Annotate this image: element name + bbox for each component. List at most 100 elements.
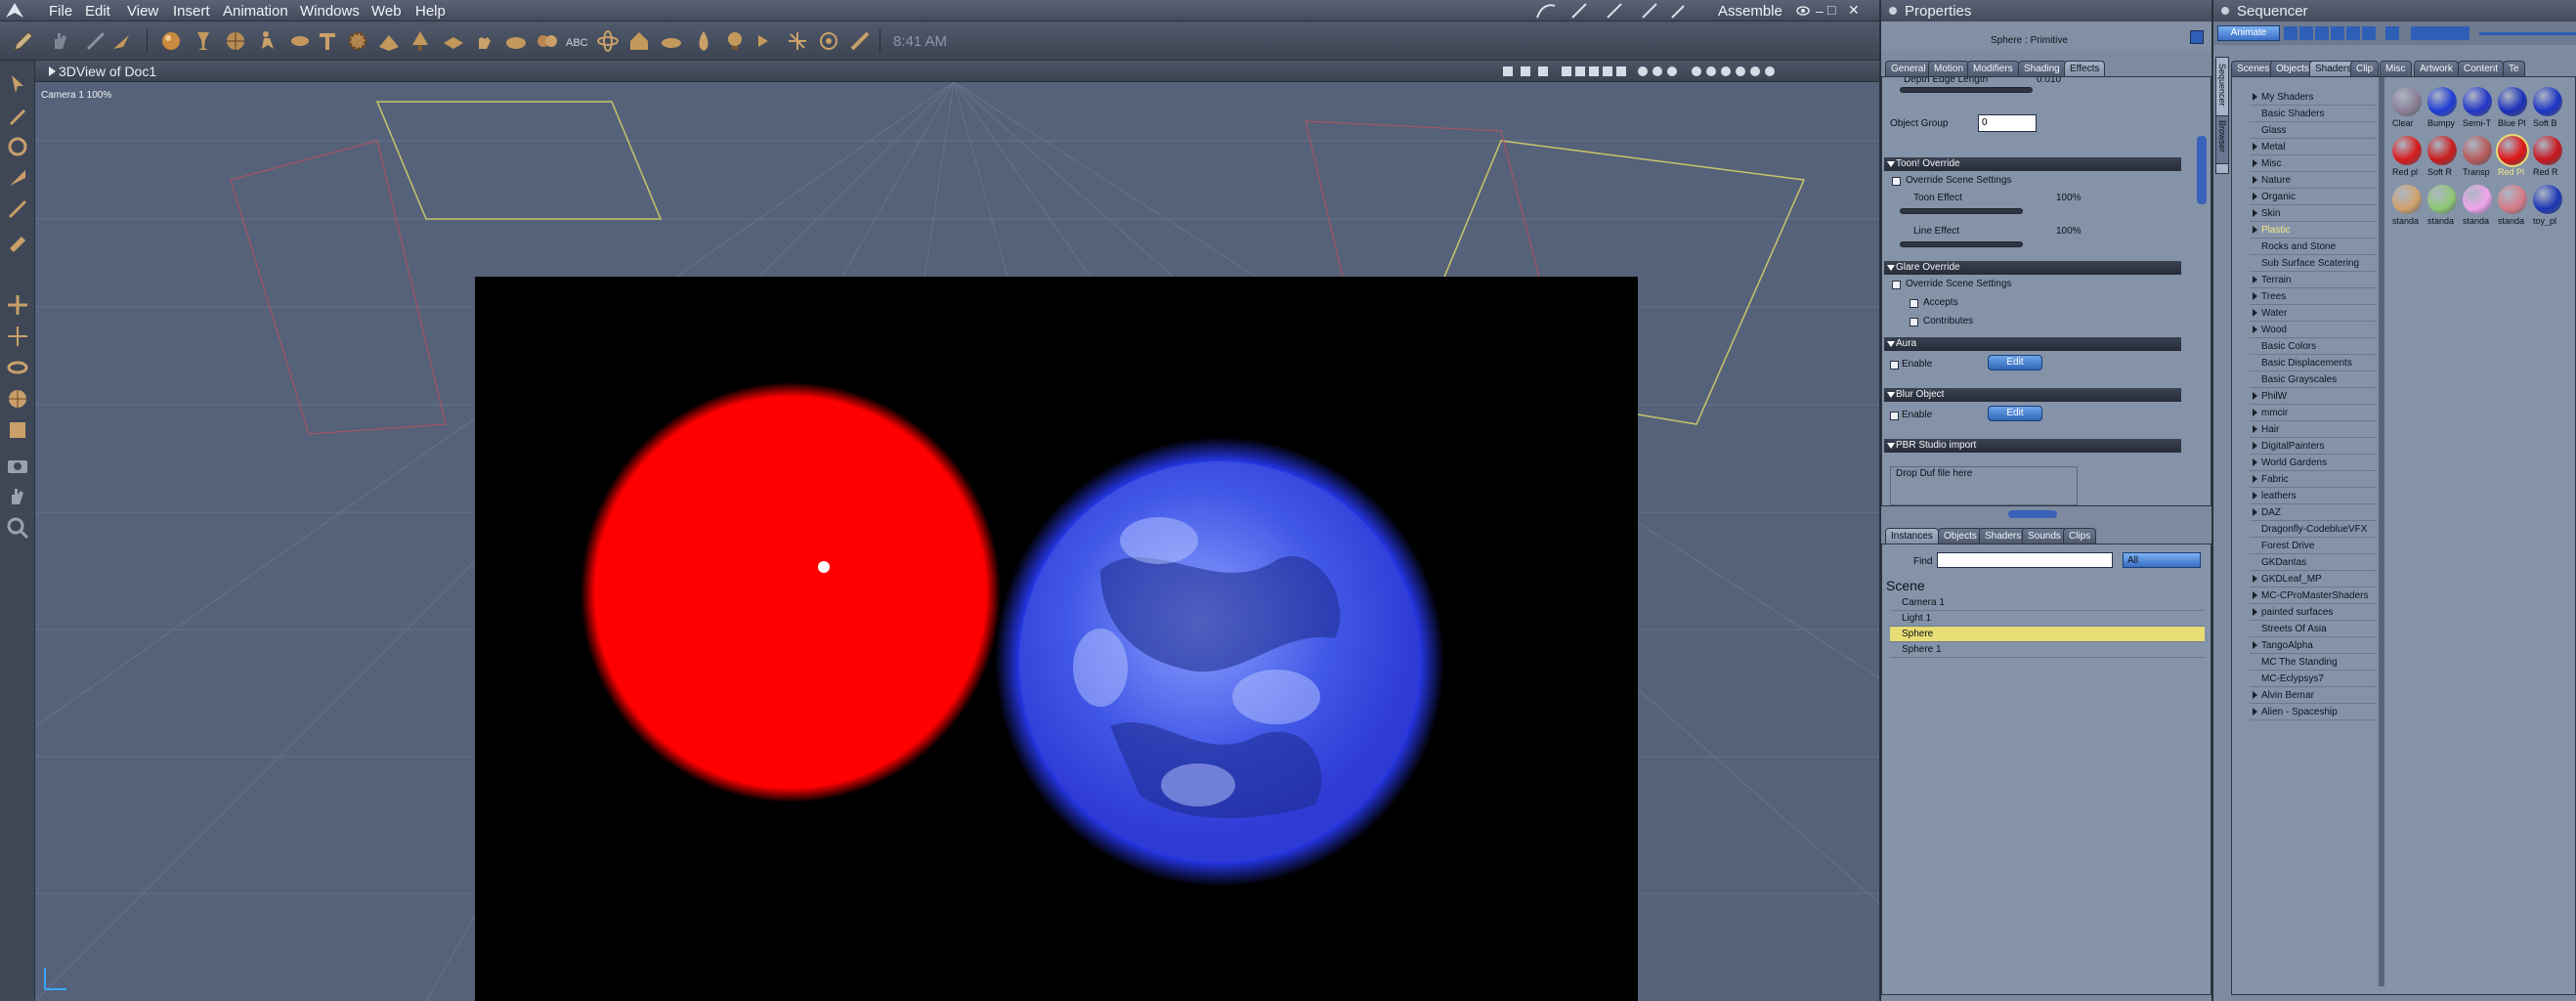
shader-category[interactable]: Basic Grayscales	[2250, 371, 2377, 388]
paint-icon[interactable]	[6, 197, 29, 221]
camera-icon[interactable]	[6, 454, 29, 477]
line-effect-slider[interactable]	[1900, 241, 2023, 247]
collapse-arrow-icon[interactable]	[49, 66, 56, 76]
maximize-icon[interactable]: □	[1827, 2, 1835, 18]
hand-tool-icon[interactable]	[49, 29, 72, 53]
tab-shaders[interactable]: Shaders	[1979, 528, 2028, 544]
shader-category[interactable]: Water	[2250, 305, 2377, 322]
scale-icon[interactable]	[6, 166, 29, 190]
light-bulb-icon[interactable]	[723, 29, 747, 53]
shader-category[interactable]: Trees	[2250, 288, 2377, 305]
shader-swatch[interactable]	[2533, 185, 2562, 214]
minimize-icon[interactable]: –	[1816, 3, 1824, 19]
shader-category[interactable]: Nature	[2250, 172, 2377, 189]
globe-icon[interactable]	[224, 29, 247, 53]
shader-category-selected[interactable]: Plastic	[2250, 222, 2377, 239]
select-arrow-icon[interactable]	[6, 72, 29, 96]
spotlight-icon[interactable]	[754, 29, 778, 53]
expand-arrow-icon[interactable]	[2190, 30, 2204, 44]
scene-item-light[interactable]: Light 1	[1890, 611, 2205, 627]
shader-swatch[interactable]	[2463, 87, 2492, 116]
playback-controls[interactable]	[2284, 26, 2576, 40]
shader-category[interactable]: Metal	[2250, 139, 2377, 155]
tab-content[interactable]: Content	[2458, 61, 2505, 76]
room-tool-icons[interactable]	[1529, 0, 1686, 22]
shader-category[interactable]: mmcir	[2250, 405, 2377, 421]
shader-swatch[interactable]	[2463, 185, 2492, 214]
camera-rig-icon[interactable]	[786, 29, 809, 53]
shader-category[interactable]: painted surfaces	[2250, 604, 2377, 621]
contributes-checkbox[interactable]	[1910, 318, 1918, 326]
shader-category[interactable]: Dragonfly-CodeblueVFX	[2250, 521, 2377, 538]
side-tab-browser[interactable]: Browser	[2215, 115, 2229, 164]
effects-scrollbar[interactable]	[2197, 136, 2207, 204]
shader-swatch[interactable]	[2533, 136, 2562, 165]
pencil-tool-icon[interactable]	[12, 29, 35, 53]
scene-item-sphere-1[interactable]: Sphere 1	[1890, 642, 2205, 658]
terrain-icon[interactable]	[377, 29, 401, 53]
object-group-field[interactable]: 0	[1978, 114, 2037, 132]
shader-category[interactable]: Glass	[2250, 122, 2377, 139]
tree-icon[interactable]	[408, 29, 432, 53]
tab-effects[interactable]: Effects	[2064, 61, 2106, 76]
shader-swatch[interactable]	[2392, 185, 2422, 214]
shader-swatch[interactable]	[2392, 87, 2422, 116]
cloud-icon[interactable]	[504, 29, 528, 53]
plane-icon[interactable]	[442, 29, 465, 53]
shader-category[interactable]: DigitalPainters	[2250, 438, 2377, 455]
gear-primitive-icon[interactable]	[346, 29, 369, 53]
shader-category[interactable]: Wood	[2250, 322, 2377, 338]
lathe-icon[interactable]	[288, 29, 312, 53]
shader-category[interactable]: MC The Standing	[2250, 654, 2377, 671]
rotate-icon[interactable]	[6, 135, 29, 158]
menu-web[interactable]: Web	[371, 3, 402, 20]
metaball-icon[interactable]	[536, 29, 559, 53]
aura-enable-checkbox[interactable]	[1890, 361, 1899, 370]
shader-category[interactable]: PhilW	[2250, 388, 2377, 405]
pbr-import-header[interactable]: PBR Studio import	[1884, 439, 2181, 453]
menu-view[interactable]: View	[127, 3, 158, 20]
tab-misc[interactable]: Misc	[2380, 61, 2412, 76]
pan-icon[interactable]	[6, 418, 29, 442]
tab-sounds[interactable]: Sounds	[2022, 528, 2067, 544]
scene-item-sphere-selected[interactable]: Sphere	[1890, 627, 2205, 642]
move-icon[interactable]	[6, 104, 29, 127]
splitter-handle[interactable]	[2008, 510, 2057, 518]
hand-pan-icon[interactable]	[6, 485, 29, 508]
tab-objects[interactable]: Objects	[1938, 528, 1983, 544]
tab-scenes[interactable]: Scenes	[2231, 61, 2276, 76]
zoom-icon[interactable]	[6, 516, 29, 540]
blur-object-header[interactable]: Blur Object	[1884, 388, 2181, 402]
feather-tool-icon[interactable]	[109, 29, 133, 53]
house-icon[interactable]	[627, 29, 651, 53]
glare-override-header[interactable]: Glare Override	[1884, 261, 2181, 275]
shader-category[interactable]: GKDantas	[2250, 554, 2377, 571]
menu-windows[interactable]: Windows	[300, 3, 360, 20]
find-input[interactable]	[1937, 552, 2113, 568]
shader-swatch[interactable]	[2463, 136, 2492, 165]
tab-clip[interactable]: Clip	[2350, 61, 2380, 76]
toon-effect-slider[interactable]	[1900, 208, 2023, 214]
tab-te[interactable]: Te	[2503, 61, 2525, 76]
goblet-icon[interactable]	[192, 29, 215, 53]
blur-edit-button[interactable]: Edit	[1988, 406, 2042, 421]
shader-category[interactable]: Alien - Spaceship	[2250, 704, 2377, 720]
tab-artwork[interactable]: Artwork	[2414, 61, 2459, 76]
toon-override-header[interactable]: Toon! Override	[1884, 157, 2181, 171]
shader-category[interactable]: Skin	[2250, 205, 2377, 222]
view-mode-icons[interactable]	[1501, 64, 1872, 79]
eyedropper-icon[interactable]	[6, 229, 29, 252]
eye-icon[interactable]	[1796, 4, 1810, 18]
3d-viewport[interactable]: Camera 1 100%	[35, 82, 1879, 1001]
shader-category[interactable]: MC-CProMasterShaders	[2250, 588, 2377, 604]
shader-category[interactable]: Forest Drive	[2250, 538, 2377, 554]
ocean-icon[interactable]	[660, 29, 683, 53]
tab-modifiers[interactable]: Modifiers	[1967, 61, 2019, 76]
filter-dropdown[interactable]: All	[2123, 552, 2201, 568]
translate-plane-icon[interactable]	[6, 325, 29, 348]
aura-header[interactable]: Aura	[1884, 337, 2181, 351]
menu-animation[interactable]: Animation	[223, 3, 288, 20]
tab-motion[interactable]: Motion	[1928, 61, 1970, 76]
category-scrollbar[interactable]	[2379, 77, 2384, 986]
shader-category[interactable]: Hair	[2250, 421, 2377, 438]
